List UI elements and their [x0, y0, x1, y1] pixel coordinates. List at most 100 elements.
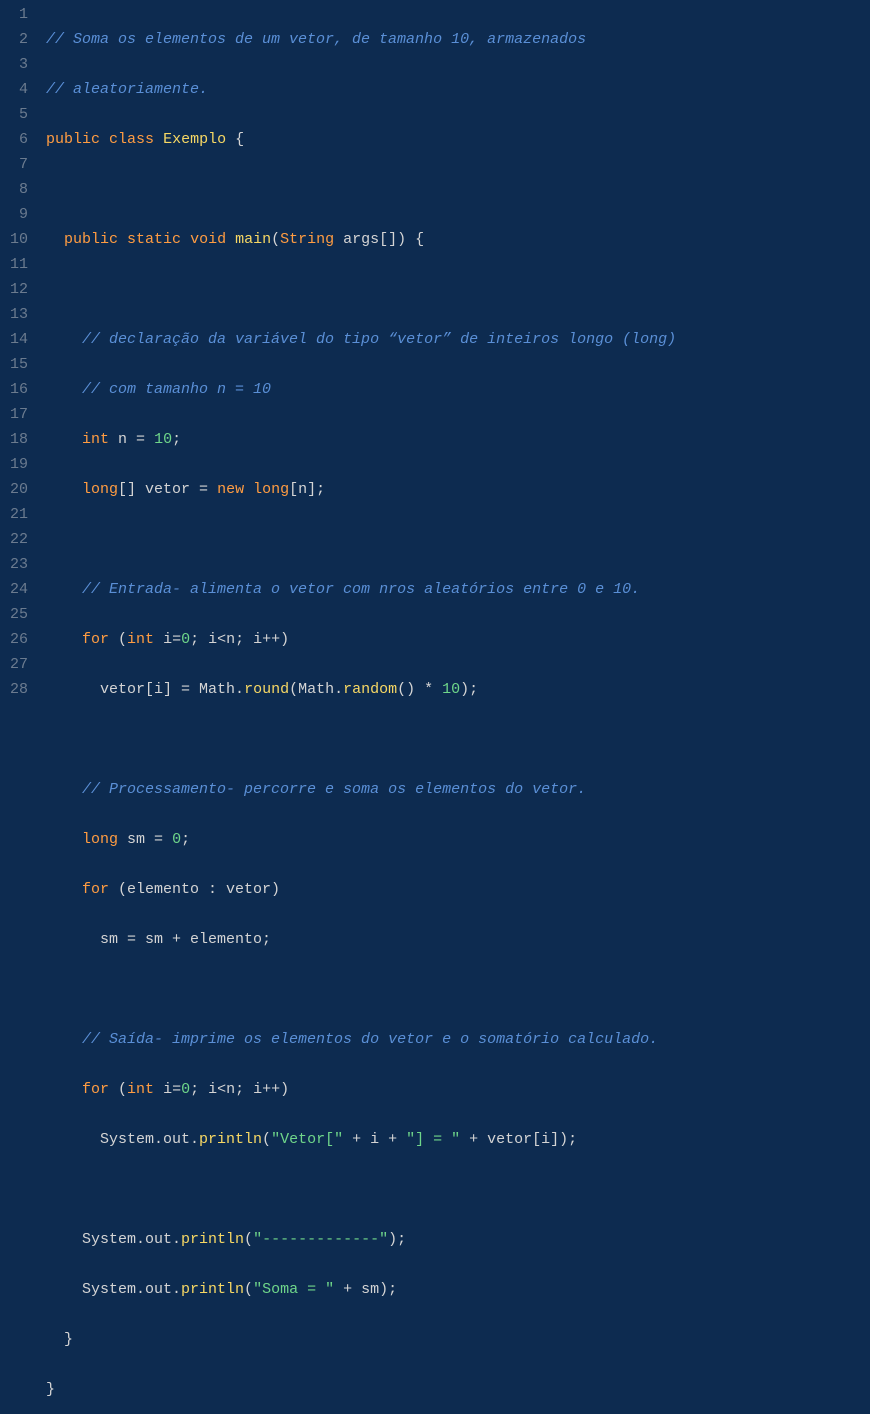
code-line[interactable]	[46, 277, 870, 302]
code-line[interactable]: for (elemento : vetor)	[46, 877, 870, 902]
line-number: 28	[6, 677, 28, 702]
loop-cond: ; i<n; i++)	[190, 631, 289, 648]
keyword-void: void	[190, 231, 226, 248]
comment: // Soma os elementos de um vetor, de tam…	[46, 31, 586, 48]
number-literal: 0	[172, 831, 181, 848]
code-area[interactable]: // Soma os elementos de um vetor, de tam…	[38, 0, 870, 707]
line-number: 15	[6, 352, 28, 377]
line-number: 17	[6, 402, 28, 427]
code-line[interactable]	[46, 1177, 870, 1202]
method-round: round	[244, 681, 289, 698]
loop-var: i=	[154, 1081, 181, 1098]
op-eq: =	[199, 481, 208, 498]
paren: (	[271, 231, 280, 248]
line-number: 6	[6, 127, 28, 152]
code-line[interactable]: // Processamento- percorre e soma os ele…	[46, 777, 870, 802]
comment: // Processamento- percorre e soma os ele…	[82, 781, 586, 798]
comment: // Entrada- alimenta o vetor com nros al…	[82, 581, 640, 598]
code-line[interactable]: System.out.println("-------------");	[46, 1227, 870, 1252]
line-number: 1	[6, 2, 28, 27]
line-number: 14	[6, 327, 28, 352]
keyword-class: class	[109, 131, 154, 148]
line-number: 20	[6, 477, 28, 502]
method-println: println	[181, 1231, 244, 1248]
paren: (	[262, 1131, 271, 1148]
line-number: 16	[6, 377, 28, 402]
number-literal: 10	[154, 431, 172, 448]
line-number: 3	[6, 52, 28, 77]
number-literal: 10	[442, 681, 460, 698]
brace: }	[46, 1331, 73, 1348]
code-line[interactable]: // com tamanho n = 10	[46, 377, 870, 402]
keyword-int: int	[127, 631, 154, 648]
op-eq: =	[136, 431, 145, 448]
line-number: 10	[6, 227, 28, 252]
semicolon: ;	[172, 431, 181, 448]
code-line[interactable]: sm = sm + elemento;	[46, 927, 870, 952]
paren: (	[109, 631, 127, 648]
array-brackets: [n];	[289, 481, 325, 498]
args: args[]) {	[334, 231, 424, 248]
line-number: 25	[6, 602, 28, 627]
code-line[interactable]	[46, 527, 870, 552]
system-out: System.out.	[46, 1231, 181, 1248]
loop-cond: ; i<n; i++)	[190, 1081, 289, 1098]
line-number: 2	[6, 27, 28, 52]
brace: {	[226, 131, 244, 148]
code-line[interactable]: vetor[i] = Math.round(Math.random() * 10…	[46, 677, 870, 702]
line-number: 23	[6, 552, 28, 577]
line-number: 24	[6, 577, 28, 602]
var-n: n	[109, 431, 136, 448]
concat: + i +	[343, 1131, 406, 1148]
line-number: 8	[6, 177, 28, 202]
line-number-gutter: 1 2 3 4 5 6 7 8 9 10 11 12 13 14 15 16 1…	[0, 0, 38, 707]
keyword-long: long	[82, 481, 118, 498]
code-line[interactable]: public static void main(String args[]) {	[46, 227, 870, 252]
code-line[interactable]	[46, 977, 870, 1002]
system-out: System.out.	[46, 1131, 199, 1148]
type-string: String	[280, 231, 334, 248]
comment: // Saída- imprime os elementos do vetor …	[82, 1031, 658, 1048]
class-name: Exemplo	[163, 131, 226, 148]
system-out: System.out.	[46, 1281, 181, 1298]
number-literal: 0	[181, 631, 190, 648]
line-number: 7	[6, 152, 28, 177]
code-line[interactable]: // aleatoriamente.	[46, 77, 870, 102]
math-class: (Math.	[289, 681, 343, 698]
keyword-public: public	[64, 231, 118, 248]
line-number: 4	[6, 77, 28, 102]
comment: // aleatoriamente.	[46, 81, 208, 98]
code-line[interactable]	[46, 727, 870, 752]
paren: (	[244, 1281, 253, 1298]
code-line[interactable]: for (int i=0; i<n; i++)	[46, 627, 870, 652]
paren: );	[460, 681, 478, 698]
code-line[interactable]: }	[46, 1377, 870, 1402]
assignment-target: vetor[i]	[46, 681, 181, 698]
code-line[interactable]: long[] vetor = new long[n];	[46, 477, 870, 502]
code-line[interactable]: System.out.println("Vetor[" + i + "] = "…	[46, 1127, 870, 1152]
string-literal: "Vetor["	[271, 1131, 343, 1148]
code-line[interactable]: int n = 10;	[46, 427, 870, 452]
op-eq: =	[181, 681, 190, 698]
code-line[interactable]: }	[46, 1327, 870, 1352]
line-number: 22	[6, 527, 28, 552]
keyword-for: for	[82, 1081, 109, 1098]
code-line[interactable]: // declaração da variável do tipo “vetor…	[46, 327, 870, 352]
keyword-int: int	[82, 431, 109, 448]
number-literal: 0	[181, 1081, 190, 1098]
line-number: 18	[6, 427, 28, 452]
code-line[interactable]: public class Exemplo {	[46, 127, 870, 152]
statement: sm = sm + elemento;	[46, 931, 271, 948]
keyword-long: long	[82, 831, 118, 848]
code-line[interactable]: // Soma os elementos de um vetor, de tam…	[46, 27, 870, 52]
line-number: 9	[6, 202, 28, 227]
paren: (	[109, 1081, 127, 1098]
code-line[interactable]: System.out.println("Soma = " + sm);	[46, 1277, 870, 1302]
code-line[interactable]: // Entrada- alimenta o vetor com nros al…	[46, 577, 870, 602]
code-line[interactable]	[46, 177, 870, 202]
code-line[interactable]: long sm = 0;	[46, 827, 870, 852]
code-line[interactable]: for (int i=0; i<n; i++)	[46, 1077, 870, 1102]
keyword-for: for	[82, 881, 109, 898]
code-line[interactable]: // Saída- imprime os elementos do vetor …	[46, 1027, 870, 1052]
line-number: 5	[6, 102, 28, 127]
